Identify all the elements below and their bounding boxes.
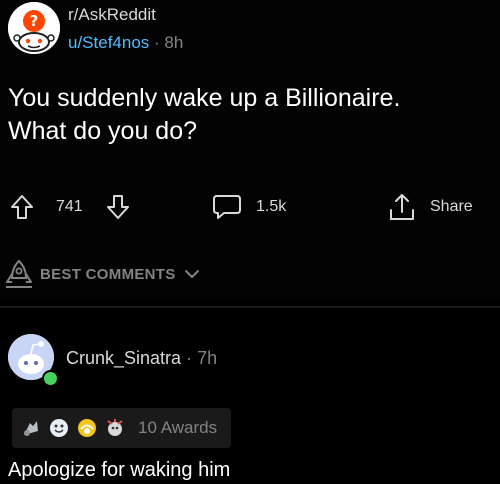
post-meta: r/AskReddit u/Stef4nos · 8h <box>68 4 183 54</box>
post-action-bar: 741 1.5k Share <box>0 190 500 224</box>
sort-label: BEST COMMENTS <box>40 265 176 283</box>
askreddit-icon: ? <box>8 2 60 54</box>
section-divider <box>0 306 500 308</box>
svg-text:?: ? <box>30 12 39 30</box>
comments-button[interactable]: 1.5k <box>212 190 286 224</box>
awards-count: 10 Awards <box>138 418 218 437</box>
meta-separator: · <box>154 33 160 52</box>
awards-pill[interactable]: 10 Awards <box>12 408 232 448</box>
chevron-down-icon <box>184 270 199 278</box>
vote-count: 741 <box>56 198 83 215</box>
downvote-button[interactable] <box>106 190 130 224</box>
comment-separator: · <box>186 348 193 368</box>
subreddit-avatar[interactable]: ? <box>8 2 60 54</box>
wholesome-award-icon <box>48 417 70 439</box>
post-author[interactable]: u/Stef4nos <box>68 33 149 52</box>
comment-age: 7h <box>197 348 218 368</box>
share-label: Share <box>430 198 473 215</box>
downvote-arrow-icon <box>107 195 129 219</box>
share-button[interactable]: Share <box>388 190 473 224</box>
comment-body[interactable]: Apologize for waking him <box>8 458 230 482</box>
rocket-icon <box>6 259 32 288</box>
commenter-avatar[interactable] <box>8 334 59 387</box>
comment-meta: Crunk_Sinatra · 7h <box>66 348 217 369</box>
online-status-dot <box>42 370 59 387</box>
share-icon <box>390 194 414 220</box>
upvote-button[interactable] <box>10 190 34 224</box>
comment-sort-dropdown[interactable]: BEST COMMENTS <box>4 258 200 290</box>
post-title[interactable]: You suddenly wake up a Billionaire. What… <box>8 82 498 148</box>
subreddit-name[interactable]: r/AskReddit <box>68 4 183 26</box>
post-card: ? r/AskReddit u/Stef4nos · 8h You sudden… <box>0 0 500 300</box>
upvote-arrow-icon <box>11 195 33 219</box>
comment-bubble-icon <box>213 195 241 219</box>
author-line: u/Stef4nos · 8h <box>68 32 183 54</box>
silver-award-icon <box>20 417 42 439</box>
post-age: 8h <box>164 33 184 52</box>
comment-count: 1.5k <box>256 198 287 215</box>
gold-award-icon <box>76 417 98 439</box>
comment-author[interactable]: Crunk_Sinatra <box>66 348 181 368</box>
party-award-icon <box>104 417 126 439</box>
